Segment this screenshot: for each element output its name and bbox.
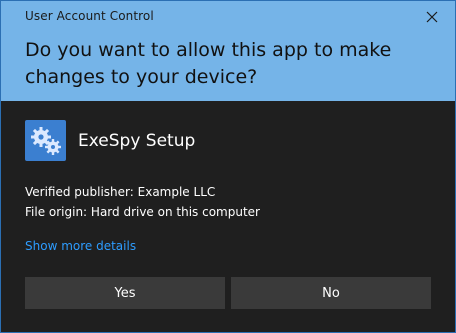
close-icon [426, 8, 438, 27]
yes-button[interactable]: Yes [25, 277, 225, 309]
uac-dialog: User Account Control Do you want to allo… [0, 0, 456, 333]
publisher-line: Verified publisher: Example LLC [25, 185, 216, 199]
dialog-title: User Account Control [25, 9, 154, 23]
show-more-details-link[interactable]: Show more details [25, 239, 136, 253]
origin-line: File origin: Hard drive on this computer [25, 205, 260, 219]
app-info: Verified publisher: Example LLC File ori… [25, 182, 260, 222]
prompt-question: Do you want to allow this app to make ch… [25, 39, 392, 88]
dialog-header: User Account Control Do you want to allo… [1, 1, 455, 101]
app-identity: ExeSpy Setup [25, 120, 195, 161]
no-button[interactable]: No [231, 277, 431, 309]
gears-icon [25, 120, 66, 161]
close-button[interactable] [409, 1, 455, 33]
app-name: ExeSpy Setup [78, 130, 196, 151]
